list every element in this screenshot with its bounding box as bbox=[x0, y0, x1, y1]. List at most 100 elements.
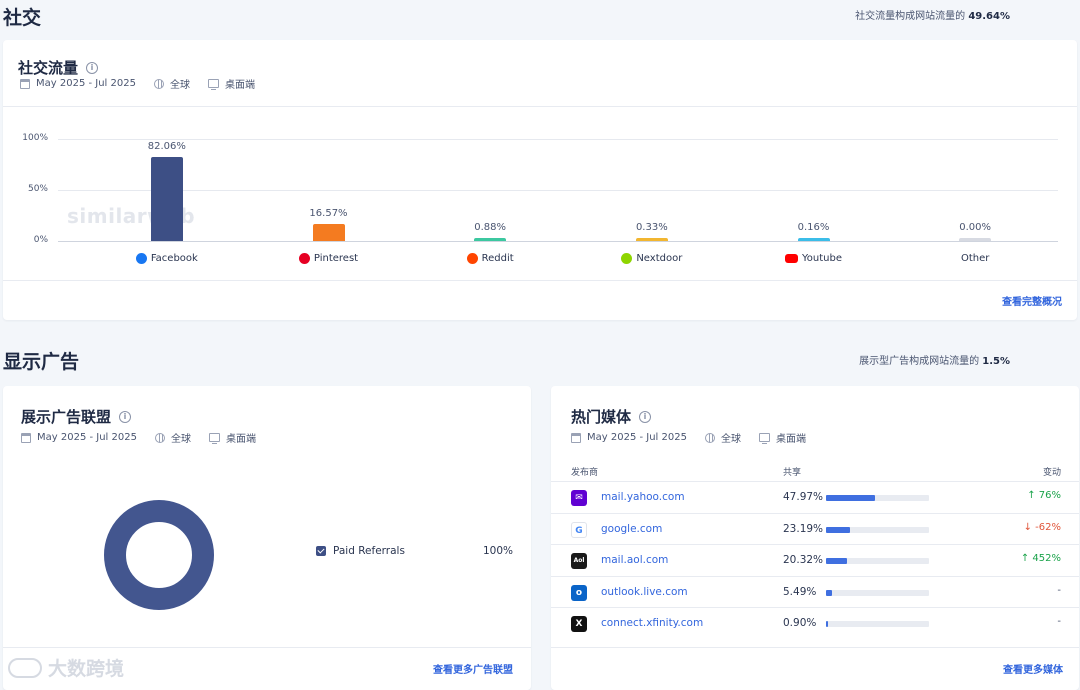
col-header-change[interactable]: 变动 bbox=[1043, 465, 1061, 478]
info-icon[interactable]: i bbox=[119, 410, 132, 423]
arrow-up-icon: ↑ bbox=[1020, 553, 1033, 565]
ad-network-card: 展示广告联盟 i May 2025 - Jul 2025 全球 桌面端 Paid… bbox=[3, 386, 531, 690]
date-range[interactable]: May 2025 - Jul 2025 bbox=[587, 432, 687, 443]
view-more-ad-networks-link[interactable]: 查看更多广告联盟 bbox=[433, 661, 513, 676]
reddit-icon bbox=[466, 253, 478, 264]
donut-segment-paid-referrals[interactable] bbox=[104, 500, 214, 610]
aol-icon: Aol bbox=[571, 553, 587, 570]
category-nextdoor[interactable]: Nextdoor bbox=[592, 253, 712, 264]
bar-other[interactable] bbox=[959, 238, 992, 241]
bar-reddit[interactable] bbox=[474, 238, 507, 241]
globe-icon bbox=[704, 432, 715, 443]
info-icon[interactable]: i bbox=[86, 61, 99, 74]
y-tick-label: 50% bbox=[27, 184, 48, 194]
display-note-value: 1.5% bbox=[982, 356, 1010, 367]
region[interactable]: 全球 bbox=[170, 76, 190, 91]
top-media-title: 热门媒体 i bbox=[571, 406, 652, 427]
category-youtube[interactable]: Youtube bbox=[754, 253, 874, 264]
category-label: Facebook bbox=[150, 253, 198, 264]
y-tick-label: 0% bbox=[33, 235, 48, 245]
category-reddit[interactable]: Reddit bbox=[430, 253, 550, 264]
change-value: - bbox=[1057, 585, 1061, 596]
ad-network-meta: May 2025 - Jul 2025 全球 桌面端 bbox=[21, 430, 256, 445]
table-row[interactable]: Ggoogle.com 23.19% ↓ -62% bbox=[551, 512, 1079, 545]
device[interactable]: 桌面端 bbox=[226, 430, 256, 445]
share-value: 5.49% bbox=[783, 585, 817, 598]
top-media-title-text: 热门媒体 bbox=[571, 408, 632, 426]
device[interactable]: 桌面端 bbox=[225, 76, 255, 91]
bar-nextdoor[interactable] bbox=[635, 238, 668, 241]
date-range[interactable]: May 2025 - Jul 2025 bbox=[37, 432, 137, 443]
legend-value: 100% bbox=[482, 545, 513, 557]
device[interactable]: 桌面端 bbox=[776, 430, 806, 445]
region[interactable]: 全球 bbox=[171, 430, 191, 445]
publisher-link[interactable]: connect.xfinity.com bbox=[601, 617, 703, 629]
view-more-media-link[interactable]: 查看更多媒体 bbox=[1003, 661, 1063, 676]
table-row[interactable]: o outlook.live.com 5.49% - bbox=[551, 575, 1079, 608]
display-section-title: 显示广告 bbox=[3, 351, 80, 373]
share-bar-fill bbox=[826, 495, 876, 501]
top-media-meta: May 2025 - Jul 2025 全球 桌面端 bbox=[571, 430, 806, 445]
divider bbox=[3, 280, 1077, 281]
change-value: - bbox=[1057, 616, 1061, 627]
bar-pinterest[interactable] bbox=[312, 224, 345, 241]
region[interactable]: 全球 bbox=[721, 430, 741, 445]
gridline bbox=[58, 139, 1058, 140]
publisher-link[interactable]: google.com bbox=[601, 523, 662, 535]
arrow-up-icon: ↑ bbox=[1027, 490, 1039, 501]
bar-youtube[interactable] bbox=[797, 238, 830, 241]
gridline bbox=[58, 190, 1058, 191]
table-row[interactable]: Aol mail.aol.com 20.32% ↑ 452% bbox=[551, 544, 1079, 576]
category-other[interactable]: Other bbox=[915, 253, 1035, 264]
social-card-title-text: 社交流量 bbox=[18, 59, 79, 77]
change-text: 76% bbox=[1038, 490, 1061, 501]
bar-value-label: 82.06% bbox=[147, 141, 186, 153]
share-bar-fill bbox=[826, 621, 828, 628]
share-bar-track bbox=[826, 495, 929, 501]
display-traffic-note: 展示型广告构成网站流量的 1.5% bbox=[859, 352, 1010, 367]
view-full-overview-link[interactable]: 查看完整概况 bbox=[1002, 293, 1062, 308]
category-facebook[interactable]: Facebook bbox=[107, 253, 227, 264]
legend-label: Paid Referrals bbox=[333, 545, 405, 557]
publisher-link[interactable]: mail.yahoo.com bbox=[601, 491, 685, 503]
social-traffic-card: 社交流量 i May 2025 - Jul 2025 全球 桌面端 simila… bbox=[3, 40, 1077, 320]
display-note-text: 展示型广告构成网站流量的 bbox=[859, 356, 980, 367]
calendar-icon bbox=[21, 432, 31, 443]
col-header-publisher[interactable]: 发布商 bbox=[571, 465, 598, 478]
social-meta: May 2025 - Jul 2025 全球 桌面端 bbox=[20, 76, 255, 91]
table-row[interactable]: Xconnect.xfinity.com 0.90% - bbox=[551, 607, 1079, 639]
info-icon[interactable]: i bbox=[639, 410, 652, 423]
share-bar-track bbox=[826, 526, 929, 533]
youtube-icon bbox=[785, 254, 798, 263]
xfinity-icon: X bbox=[571, 616, 587, 633]
publisher-link[interactable]: outlook.live.com bbox=[601, 586, 688, 598]
google-icon: G bbox=[571, 521, 587, 538]
bar-value-label: 0.88% bbox=[474, 222, 507, 233]
ad-network-title: 展示广告联盟 i bbox=[21, 406, 132, 427]
category-pinterest[interactable]: Pinterest bbox=[269, 253, 389, 264]
desktop-icon bbox=[208, 433, 220, 444]
category-label: Youtube bbox=[802, 253, 842, 264]
col-header-share[interactable]: 共享 bbox=[783, 465, 801, 478]
publisher-link[interactable]: mail.aol.com bbox=[601, 554, 668, 566]
desktop-icon bbox=[207, 79, 219, 90]
outlook-icon: o bbox=[571, 584, 587, 601]
share-value: 47.97% bbox=[783, 491, 824, 503]
share-bar-track bbox=[826, 589, 929, 596]
table-row[interactable]: ✉ mail.yahoo.com 47.97% ↑ 76% bbox=[551, 481, 1079, 513]
change-text: - bbox=[1057, 616, 1061, 628]
change-value: ↑ 76% bbox=[1027, 490, 1061, 501]
share-bar-fill bbox=[826, 526, 850, 533]
bar-facebook[interactable] bbox=[150, 157, 183, 241]
change-value: ↓ -62% bbox=[1024, 522, 1061, 533]
donut-legend-item[interactable]: Paid Referrals bbox=[316, 545, 405, 557]
checkbox-checked-icon[interactable] bbox=[316, 546, 326, 556]
facebook-icon bbox=[135, 253, 147, 264]
category-label: Nextdoor bbox=[636, 253, 683, 264]
share-bar-fill bbox=[826, 558, 847, 565]
change-value: ↑ 452% bbox=[1021, 553, 1061, 564]
top-media-table: ✉ mail.yahoo.com 47.97% ↑ 76% Ggoogle.com 23.… bbox=[551, 481, 1079, 641]
date-range[interactable]: May 2025 - Jul 2025 bbox=[36, 78, 136, 89]
calendar-icon bbox=[20, 78, 30, 89]
footer-watermark: 大数跨境 bbox=[8, 654, 124, 681]
